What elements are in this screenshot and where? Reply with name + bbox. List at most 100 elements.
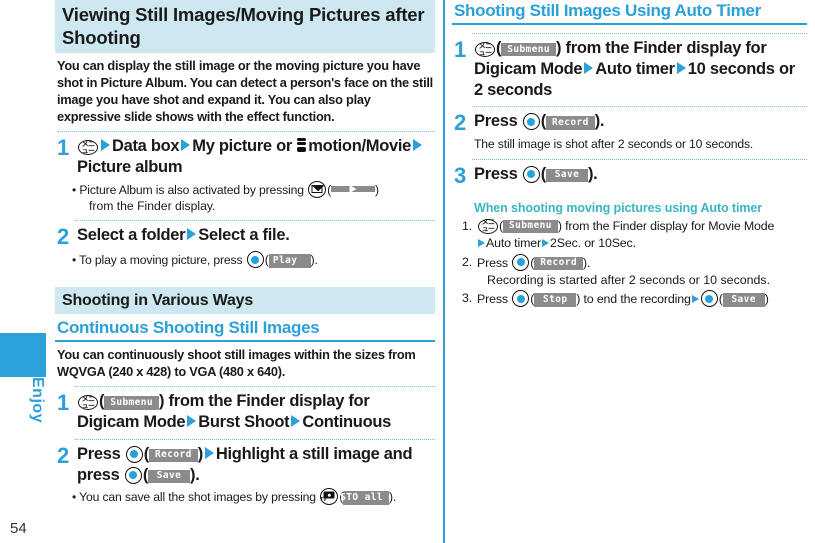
sub-heading-moving-pictures: When shooting moving pictures using Auto… (474, 200, 762, 215)
arrow-triangle-icon (541, 238, 549, 247)
menu-key-icon: メニュー (78, 395, 98, 411)
sub-item-2-body: Press (Record). (477, 253, 591, 271)
column-divider (443, 0, 445, 543)
softkey-record: Record (534, 256, 583, 270)
auto-timer-step-3-text-end: ). (587, 164, 598, 183)
step-2-text-b: Select a file. (198, 226, 290, 245)
step-1-text-d: Picture album (77, 157, 183, 176)
subsection-heading-continuous: Continuous Shooting Still Images (55, 317, 435, 343)
center-key-icon (125, 445, 143, 463)
continuous-step-1-body: メニュー(Submenu) from the Finder display fo… (77, 392, 392, 432)
arrow-triangle-icon (291, 415, 301, 428)
sub-list-item: 2. Press (Record). (462, 253, 807, 272)
menu-key-icon: メニュー (78, 140, 98, 156)
auto-timer-sub-list: 1. メニュー(Submenu) from the Finder display… (452, 215, 807, 309)
center-key-icon (246, 251, 264, 269)
bullet-dot-icon: • (72, 490, 77, 505)
divider-dotted (472, 106, 807, 108)
arrow-triangle-icon (676, 61, 686, 74)
step-1-bullet-text: Picture Album is also activated by press… (79, 182, 304, 197)
sub-item-3-text-mid: ) to end the recording (576, 292, 691, 307)
side-tab-block (0, 333, 46, 377)
step-1-number: 1 (57, 135, 70, 161)
continuous-step-2-bullet-text: You can save all the shot images by pres… (79, 490, 316, 505)
auto-timer-step-1-body: メニュー(Submenu) from the Finder display fo… (474, 39, 795, 99)
auto-timer-step-3-number: 3 (454, 162, 467, 188)
sub-list-item: 3. Press (Stop) to end the recording(Sav… (462, 289, 807, 308)
section-heading-auto-timer: Shooting Still Images Using Auto Timer (452, 0, 807, 25)
auto-timer-step-1-number: 1 (454, 37, 467, 62)
continuous-step-1: 1 メニュー(Submenu) from the Finder display … (55, 390, 435, 433)
divider-dotted (472, 158, 807, 160)
softkey-save: Save (148, 469, 191, 484)
arrow-triangle-icon (584, 61, 594, 74)
arrow-triangle-icon (187, 228, 197, 241)
center-key-icon (700, 290, 718, 308)
step-1-text-a: Data box (112, 137, 180, 156)
softkey-save: Save (722, 293, 765, 307)
sub-item-3-text-end: ) (764, 292, 769, 307)
step-1-bullet-cont: from the Finder display. (89, 199, 216, 214)
auto-timer-step-2-number: 2 (454, 110, 467, 136)
step-1: 1 メニュー Data box My picture or motion/Movie… (55, 135, 435, 178)
arrow-triangle-icon (478, 238, 485, 247)
divider-dotted (75, 438, 435, 440)
auto-timer-step-1-text-b: Auto timer (595, 59, 675, 78)
softkey-sto-all: STO all (340, 491, 389, 505)
sub-item-3-number: 3. (462, 291, 473, 306)
divider-dotted (472, 33, 807, 34)
menu-key-icon: メニュー (478, 218, 498, 234)
sub-item-2-press: Press (477, 255, 508, 270)
continuous-step-2-press: Press (77, 444, 121, 463)
section-heading-viewing: Viewing Still Images/Moving Pictures aft… (55, 0, 435, 54)
softkey-submenu: Submenu (502, 219, 558, 234)
arrow-triangle-icon (691, 294, 699, 303)
continuous-step-1-text-c: Continuous (302, 413, 392, 432)
auto-timer-step-3: 3 Press (Save). (452, 163, 807, 187)
softkey-record: Record (545, 116, 595, 130)
sub-item-1-body: メニュー(Submenu) from the Finder display fo… (477, 218, 807, 253)
side-tab-label: Enjoy (29, 377, 46, 424)
intro-paragraph: You can display the still image or the m… (57, 58, 433, 125)
camera-key-icon: TV (320, 488, 339, 506)
continuous-step-2-text-end: ). (190, 465, 200, 484)
sub-item-1-number: 1. (462, 218, 473, 233)
bullet-dot-icon: • (72, 253, 77, 268)
continuous-step-2-body: Press (Record) Highlight a still image an… (77, 444, 413, 484)
auto-timer-step-1: 1 メニュー(Submenu) from the Finder display … (452, 37, 807, 100)
arrow-triangle-icon (181, 139, 191, 152)
center-key-icon (522, 113, 540, 131)
divider-dotted (75, 386, 435, 388)
step-1-body: メニュー Data box My picture or motion/Movie Pi… (77, 136, 435, 178)
auto-timer-step-2-body: Press (Record). (474, 112, 605, 131)
continuous-step-2-bullet-end: ). (388, 490, 397, 505)
continuous-step-2-number: 2 (57, 442, 70, 468)
sub-item-3-press: Press (477, 292, 508, 307)
step-2-bullet-end: ). (310, 253, 318, 268)
center-key-icon (124, 466, 142, 484)
continuous-step-1-number: 1 (57, 390, 70, 416)
left-column: Viewing Still Images/Moving Pictures aft… (55, 0, 435, 543)
step-2-bullet-text: To play a moving picture, press (79, 253, 243, 268)
side-tab: Enjoy (0, 0, 46, 543)
sub-list-item: 1. メニュー(Submenu) from the Finder display… (462, 217, 807, 253)
right-column: Shooting Still Images Using Auto Timer 1… (452, 0, 807, 543)
softkey-submenu: Submenu (501, 43, 557, 57)
step-2-body: Select a folder Select a file. (77, 225, 435, 246)
auto-timer-step-3-press: Press (474, 164, 518, 183)
step-1-text-c: motion/Movie (308, 137, 412, 156)
divider-dotted (57, 131, 435, 133)
continuous-step-2-bullet: • You can save all the shot images by pr… (55, 485, 435, 506)
auto-timer-step-3-body: Press (Save). (474, 164, 598, 183)
softkey-save: Save (545, 168, 588, 183)
sub-item-1-text-c: 2Sec. or 10Sec. (549, 236, 636, 251)
arrow-triangle-icon (204, 446, 214, 459)
arrow-triangle-icon (413, 139, 423, 152)
mail-key-icon (308, 180, 327, 198)
auto-timer-step-2-note: The still image is shot after 2 seconds … (474, 137, 754, 152)
center-key-icon (512, 253, 530, 271)
sub-item-1-text-a: ) from the Finder display for Movie Mode (557, 218, 775, 233)
step-2-text-a: Select a folder (77, 226, 186, 245)
step-2: 2 Select a folder Select a file. (55, 224, 435, 248)
continuous-intro: You can continuously shoot still images … (57, 347, 416, 380)
